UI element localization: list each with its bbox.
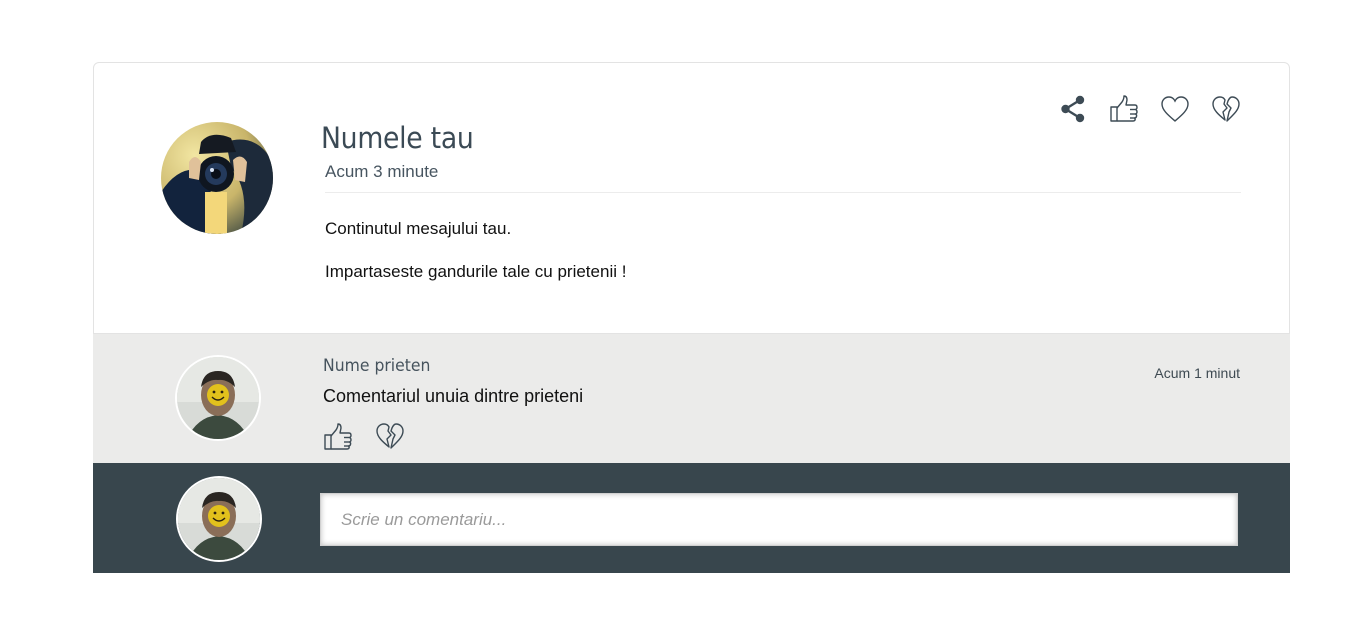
share-button[interactable] bbox=[1057, 93, 1088, 124]
dislike-button[interactable] bbox=[1210, 93, 1241, 124]
comment-like-button[interactable] bbox=[323, 422, 353, 452]
post-card: Numele tau Acum 3 minute Continutul mesa… bbox=[93, 62, 1290, 334]
heart-icon bbox=[1160, 95, 1189, 122]
like-button[interactable] bbox=[1108, 93, 1139, 124]
thumbs-up-icon bbox=[1109, 94, 1138, 122]
author-avatar[interactable] bbox=[161, 122, 273, 234]
post-content-line: Continutul mesajului tau. bbox=[325, 219, 512, 238]
friend-name[interactable]: Nume prieten bbox=[323, 356, 430, 376]
post-actions bbox=[1057, 93, 1241, 124]
post-content-line: Impartaseste gandurile tale cu prietenii… bbox=[325, 262, 627, 281]
post-divider bbox=[325, 192, 1241, 193]
broken-heart-icon bbox=[376, 423, 404, 449]
post-timestamp: Acum 3 minute bbox=[325, 162, 439, 181]
comment-dislike-button[interactable] bbox=[375, 422, 405, 452]
love-button[interactable] bbox=[1159, 93, 1190, 124]
comment-actions bbox=[323, 422, 405, 452]
comment-text: Comentariul unuia dintre prieteni bbox=[323, 386, 584, 406]
comment-input[interactable] bbox=[320, 493, 1238, 546]
comment-timestamp: Acum 1 minut bbox=[1154, 365, 1240, 381]
comment-item: Nume prieten Acum 1 minut Comentariul un… bbox=[93, 334, 1290, 463]
current-user-avatar[interactable] bbox=[178, 478, 260, 560]
broken-heart-icon bbox=[1211, 95, 1240, 122]
author-name[interactable]: Numele tau bbox=[321, 121, 474, 155]
comment-composer bbox=[93, 463, 1290, 573]
friend-avatar[interactable] bbox=[177, 357, 259, 439]
thumbs-up-icon bbox=[324, 423, 352, 450]
share-icon bbox=[1060, 95, 1084, 122]
